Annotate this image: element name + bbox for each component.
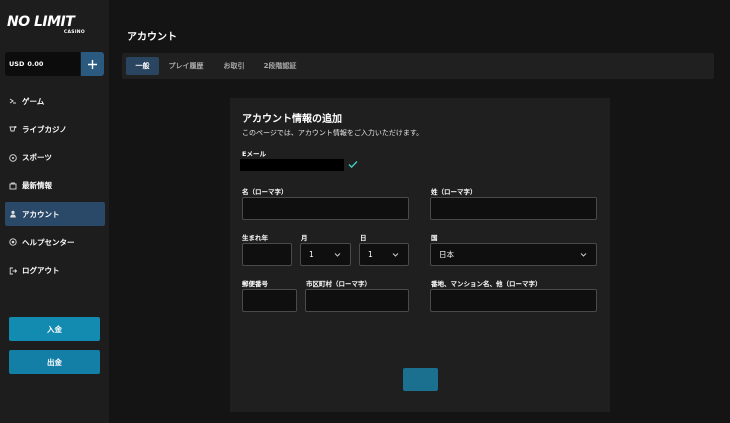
- sidebar-item-label: アカウント: [22, 209, 60, 219]
- logout-icon: [9, 267, 17, 275]
- logo-text: NO LIMIT: [7, 14, 75, 30]
- sidebar-item-label: 最新情報: [22, 181, 52, 191]
- month-value: 1: [309, 250, 314, 259]
- day-value: 1: [368, 250, 373, 259]
- form-title: アカウント情報の追加: [242, 114, 342, 125]
- account-info-form: アカウント情報の追加 このページでは、アカウント情報をご入力いただけます。 Eメ…: [230, 98, 610, 412]
- sidebar-item-games[interactable]: ゲーム: [5, 89, 105, 113]
- address-input[interactable]: [430, 289, 597, 312]
- chip-icon: [9, 125, 17, 133]
- chevron-down-icon: [392, 253, 399, 257]
- sidebar-item-label: スポーツ: [22, 153, 52, 163]
- tab-general[interactable]: 一般: [126, 57, 159, 75]
- sidebar-item-account[interactable]: アカウント: [5, 202, 105, 227]
- soccer-ball-icon: [9, 153, 17, 162]
- tab-two-factor[interactable]: 2段階認証: [259, 57, 301, 75]
- account-tabs: 一般 プレイ履歴 お取引 2段階認証: [122, 53, 714, 79]
- sidebar-item-label: ヘルプセンター: [22, 237, 75, 247]
- month-select[interactable]: 1: [300, 243, 351, 266]
- first-name-label: 名（ローマ字）: [242, 188, 288, 196]
- country-label: 国: [431, 234, 438, 242]
- city-input[interactable]: [305, 289, 409, 312]
- sidebar-item-logout[interactable]: ログアウト: [5, 259, 105, 283]
- balance-amount: 0.00: [27, 60, 44, 68]
- user-icon: [9, 210, 17, 218]
- plus-icon: [88, 59, 97, 69]
- page-title: アカウント: [127, 32, 177, 43]
- sidebar-item-label: ゲーム: [22, 96, 45, 106]
- tab-play-history[interactable]: プレイ履歴: [164, 57, 208, 75]
- postal-code-input[interactable]: [242, 289, 297, 312]
- submit-button[interactable]: [403, 368, 438, 391]
- sidebar: NO LIMIT CASINO USD 0.00 ゲーム ライブカジノ スポーツ…: [0, 0, 109, 423]
- chevron-down-icon: [580, 253, 587, 257]
- add-funds-button[interactable]: [81, 52, 104, 76]
- postal-code-label: 郵便番号: [242, 280, 268, 288]
- form-description: このページでは、アカウント情報をご入力いただけます。: [242, 129, 424, 137]
- news-icon: [9, 182, 17, 190]
- deposit-button[interactable]: 入金: [9, 317, 100, 341]
- last-name-label: 姓（ローマ字）: [431, 188, 477, 196]
- month-label: 月: [301, 234, 308, 242]
- day-label: 日: [360, 234, 367, 242]
- sidebar-item-label: ライブカジノ: [22, 124, 67, 134]
- city-label: 市区町村（ローマ字）: [306, 280, 371, 288]
- country-value: 日本: [439, 250, 454, 259]
- sidebar-item-help[interactable]: ヘルプセンター: [5, 230, 105, 254]
- chat-icon: [9, 238, 17, 247]
- check-icon: [348, 160, 358, 169]
- country-select[interactable]: 日本: [430, 243, 597, 266]
- balance-display: USD 0.00: [5, 52, 80, 76]
- birth-year-label: 生まれ年: [242, 234, 268, 242]
- last-name-input[interactable]: [430, 197, 597, 220]
- logo-subtext: CASINO: [63, 30, 85, 35]
- balance-currency: USD: [9, 60, 25, 68]
- tab-transactions[interactable]: お取引: [219, 57, 249, 75]
- first-name-input[interactable]: [242, 197, 409, 220]
- email-value-redacted: [240, 159, 344, 171]
- gamepad-icon: [9, 97, 17, 105]
- sidebar-item-label: ログアウト: [22, 266, 60, 276]
- sidebar-item-news[interactable]: 最新情報: [5, 174, 105, 198]
- birth-year-input[interactable]: [242, 243, 292, 266]
- sidebar-nav: ゲーム ライブカジノ スポーツ 最新情報 アカウント ヘルプセンター ログアウト: [5, 89, 105, 287]
- address-label: 番地、マンション名、他（ローマ字）: [431, 280, 542, 288]
- chevron-down-icon: [334, 253, 341, 257]
- sidebar-item-live-casino[interactable]: ライブカジノ: [5, 117, 105, 141]
- withdraw-button[interactable]: 出金: [9, 350, 100, 374]
- brand-logo[interactable]: NO LIMIT CASINO: [7, 15, 97, 39]
- email-label: Eメール: [242, 150, 266, 158]
- day-select[interactable]: 1: [359, 243, 409, 266]
- sidebar-item-sports[interactable]: スポーツ: [5, 146, 105, 170]
